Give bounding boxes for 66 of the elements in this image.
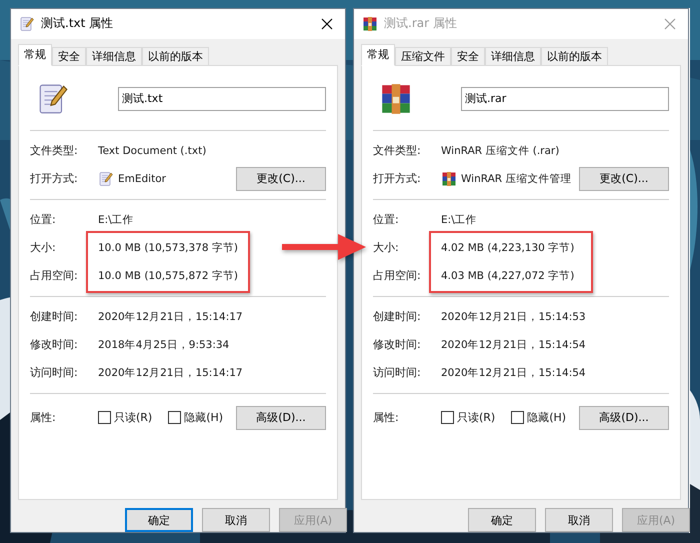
tab[interactable]: 常规	[18, 44, 52, 66]
field-value: Text Document (.txt)	[98, 144, 206, 157]
field-label: 属性:	[30, 410, 57, 426]
field-label: 创建时间:	[373, 309, 422, 324]
field-label: 访问时间:	[373, 365, 422, 380]
tab[interactable]: 以前的版本	[142, 46, 209, 66]
field-label: 位置:	[373, 212, 400, 228]
field-value: 4.03 MB (4,227,072 字节)	[441, 268, 574, 283]
field-value: 4.02 MB (4,223,130 字节)	[441, 240, 574, 255]
field-label: 位置:	[30, 212, 57, 228]
field-label: 大小:	[30, 240, 57, 256]
tab[interactable]: 详细信息	[485, 46, 541, 66]
close-icon	[664, 18, 676, 30]
checkbox[interactable]: 只读(R)	[98, 410, 152, 426]
advanced-button[interactable]: 高级(D)...	[236, 406, 326, 430]
title-icon	[19, 16, 35, 32]
checkbox[interactable]: 隐藏(H)	[511, 410, 566, 426]
title-icon	[362, 16, 378, 32]
field-label: 访问时间:	[30, 365, 79, 380]
tab[interactable]: 详细信息	[86, 46, 142, 66]
change-button[interactable]: 更改(C)...	[579, 166, 669, 191]
file-name-field[interactable]: 测试.txt	[118, 86, 326, 111]
tab[interactable]: 常规	[361, 44, 395, 66]
close-icon	[321, 18, 333, 30]
field-value: 2020年12月21日，15:14:54	[441, 338, 586, 352]
tab[interactable]: 安全	[52, 46, 86, 66]
app-icon	[441, 170, 457, 187]
field-value: E:\工作	[441, 212, 477, 227]
field-value: 2020年12月21日，15:14:54	[441, 366, 586, 380]
field-label: 修改时间:	[30, 337, 79, 352]
field-label: 创建时间:	[30, 309, 79, 324]
field-label: 属性:	[373, 410, 400, 426]
field-label: 大小:	[373, 240, 400, 256]
field-value: 10.0 MB (10,575,872 字节)	[98, 268, 238, 283]
field-value: 2020年12月21日，15:14:17	[98, 366, 243, 380]
checkbox[interactable]: 隐藏(H)	[168, 410, 224, 426]
tab[interactable]: 以前的版本	[541, 46, 608, 66]
field-label: 占用空间:	[30, 268, 79, 284]
tab[interactable]: 安全	[451, 46, 485, 66]
field-value: WinRAR 压缩文件管理	[461, 172, 572, 186]
field-value: EmEditor	[118, 172, 166, 185]
change-button[interactable]: 更改(C)...	[236, 166, 326, 191]
window-title: 测试.rar 属性	[384, 15, 458, 32]
dialog-button[interactable]: 取消	[545, 508, 613, 532]
app-icon	[98, 170, 114, 187]
field-label: 修改时间:	[373, 337, 422, 352]
checkbox[interactable]: 只读(R)	[441, 410, 496, 426]
field-label: 文件类型:	[373, 143, 422, 158]
advanced-button[interactable]: 高级(D)...	[579, 406, 669, 430]
field-value: E:\工作	[98, 212, 134, 227]
dialog-button[interactable]: 确定	[125, 508, 193, 532]
dialog-button[interactable]: 取消	[202, 508, 270, 532]
field-value: 2018年4月25日，9:53:34	[98, 338, 230, 352]
field-label: 文件类型:	[30, 143, 79, 158]
field-value: 2020年12月21日，15:14:17	[98, 310, 243, 324]
window-title: 测试.txt 属性	[41, 15, 114, 32]
field-label: 占用空间:	[373, 268, 422, 284]
file-icon	[379, 82, 413, 116]
dialog-button[interactable]: 确定	[468, 508, 536, 532]
tab[interactable]: 压缩文件	[395, 46, 451, 66]
file-name-field[interactable]: 测试.rar	[461, 86, 669, 111]
field-value: 10.0 MB (10,573,378 字节)	[98, 240, 238, 255]
field-value: WinRAR 压缩文件 (.rar)	[441, 144, 560, 158]
field-label: 打开方式:	[373, 171, 422, 186]
field-value: 2020年12月21日，15:14:53	[441, 310, 586, 324]
field-label: 打开方式:	[30, 171, 79, 186]
